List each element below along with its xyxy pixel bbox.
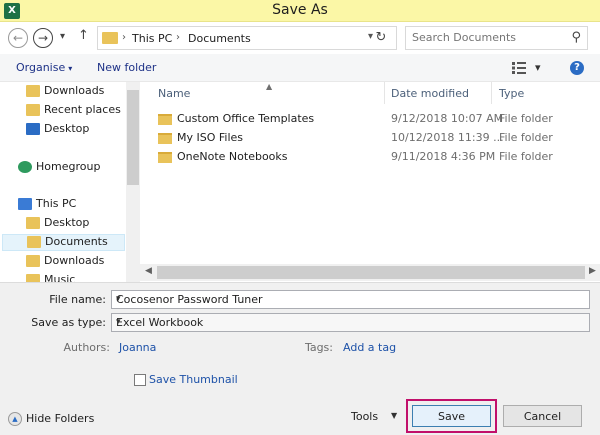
search-box[interactable]: ⚲ (405, 26, 588, 50)
file-date: 9/12/2018 10:07 AM (391, 112, 504, 125)
column-header-date-modified[interactable]: Date modified (391, 87, 469, 100)
file-type: File folder (499, 150, 553, 163)
view-dropdown[interactable]: ▾ (535, 61, 541, 74)
sidebar-item-label: Downloads (44, 254, 105, 267)
column-divider[interactable] (384, 82, 385, 104)
forward-button[interactable]: → (33, 28, 53, 48)
folder-icon (158, 114, 172, 125)
save-thumbnail-label[interactable]: Save Thumbnail (149, 373, 238, 386)
recent-places-icon (26, 104, 40, 116)
new-folder-button[interactable]: New folder (97, 61, 156, 74)
horizontal-scrollbar-thumb[interactable] (157, 266, 585, 279)
navigation-pane: Downloads Recent places Desktop Homegrou… (0, 82, 140, 282)
back-button[interactable]: ← (8, 28, 28, 48)
chevron-down-icon: ▾ (68, 64, 73, 73)
save-as-type-label: Save as type: (31, 316, 106, 329)
table-row[interactable]: OneNote Notebooks 9/11/2018 4:36 PM File… (140, 148, 600, 167)
table-row[interactable]: My ISO Files 10/12/2018 11:39 ... File f… (140, 129, 600, 148)
breadcrumb-separator: › (176, 32, 180, 43)
organise-label: Organise (16, 61, 66, 74)
folder-icon (102, 32, 118, 44)
add-tag-link[interactable]: Add a tag (343, 341, 396, 354)
sidebar-item-label: Downloads (44, 84, 105, 97)
navigation-bar: ← → ▾ ↑ › This PC › Documents ▾ ↻ ⚲ (0, 22, 600, 54)
breadcrumb-separator: › (122, 32, 126, 43)
authors-value[interactable]: Joanna (119, 341, 156, 354)
sort-ascending-icon: ▲ (266, 82, 273, 91)
file-type: File folder (499, 112, 553, 125)
computer-icon (18, 198, 32, 210)
breadcrumb-documents[interactable]: Documents (188, 32, 251, 45)
recent-locations-dropdown[interactable]: ▾ (60, 31, 65, 42)
authors-label: Authors: (63, 341, 110, 354)
homegroup-icon (18, 161, 32, 173)
file-name-field[interactable]: Cocosenor Password Tuner ▾ (111, 290, 590, 309)
column-header-name[interactable]: Name (158, 87, 190, 100)
sidebar-scrollbar-thumb[interactable] (127, 90, 139, 185)
title-bar[interactable]: X Save As (0, 0, 600, 22)
folder-music-icon (26, 274, 40, 282)
scroll-right-icon[interactable]: ▶ (589, 266, 596, 276)
view-options-icon[interactable] (512, 62, 526, 74)
file-list: ▲ Name Date modified Type Custom Office … (140, 82, 600, 282)
file-name-label: File name: (49, 293, 106, 306)
file-type: File folder (499, 131, 553, 144)
sidebar-item-label: Documents (45, 235, 108, 248)
folder-download-icon (26, 85, 40, 97)
column-divider[interactable] (491, 82, 492, 104)
sidebar-item-desktop-folder[interactable]: Desktop (26, 216, 89, 233)
save-thumbnail-checkbox[interactable] (134, 374, 146, 386)
file-name: OneNote Notebooks (177, 150, 288, 163)
up-button[interactable]: ↑ (78, 28, 89, 43)
column-header-type[interactable]: Type (499, 87, 524, 100)
sidebar-item-downloads[interactable]: Downloads (26, 84, 104, 101)
organise-menu[interactable]: Organise ▾ (16, 61, 72, 74)
window-title: Save As (272, 2, 328, 18)
sidebar-item-label: Desktop (44, 122, 90, 135)
chevron-down-icon[interactable]: ▾ (116, 294, 585, 304)
desktop-icon (26, 123, 40, 135)
table-row[interactable]: Custom Office Templates 9/12/2018 10:07 … (140, 110, 600, 129)
folder-icon (26, 217, 40, 229)
search-input[interactable] (412, 31, 562, 44)
search-icon[interactable]: ⚲ (571, 30, 581, 45)
sidebar-item-label: Homegroup (36, 160, 101, 173)
sidebar-item-downloads-folder[interactable]: Downloads (26, 254, 104, 271)
tags-label: Tags: (304, 341, 333, 354)
cancel-button[interactable]: Cancel (503, 405, 582, 427)
breadcrumb-this-pc[interactable]: This PC (132, 32, 172, 45)
tools-menu[interactable]: Tools (351, 410, 378, 423)
save-as-type-select[interactable]: Excel Workbook ▾ (111, 313, 590, 332)
sidebar-item-label: Desktop (44, 216, 90, 229)
address-bar[interactable]: › This PC › Documents ▾ (97, 26, 397, 50)
sidebar-item-label: Recent places (44, 103, 121, 116)
sidebar-item-documents[interactable]: Documents (2, 234, 125, 251)
sidebar-item-homegroup[interactable]: Homegroup (18, 160, 100, 177)
folder-download-icon (26, 255, 40, 267)
file-date: 10/12/2018 11:39 ... (391, 131, 504, 144)
file-name: Custom Office Templates (177, 112, 315, 125)
sidebar-item-recent-places[interactable]: Recent places (26, 103, 121, 120)
help-icon[interactable]: ? (570, 61, 584, 75)
chevron-down-icon: ▾ (116, 317, 121, 327)
folder-documents-icon (27, 236, 41, 248)
folder-icon (158, 133, 172, 144)
file-date: 9/11/2018 4:36 PM (391, 150, 496, 163)
sidebar-item-this-pc[interactable]: This PC (18, 197, 76, 214)
save-button[interactable]: Save (412, 405, 491, 427)
sidebar-item-label: This PC (36, 197, 77, 210)
scroll-left-icon[interactable]: ◀ (145, 266, 152, 276)
sidebar-item-label: Music (44, 273, 76, 282)
sidebar-item-desktop[interactable]: Desktop (26, 122, 89, 139)
command-toolbar: Organise ▾ New folder ▾ ? (0, 54, 600, 82)
sidebar-item-music[interactable]: Music (26, 273, 75, 282)
chevron-down-icon[interactable]: ▼ (391, 411, 397, 420)
hide-folders-button[interactable]: ▲ Hide Folders (8, 412, 94, 426)
folder-icon (158, 152, 172, 163)
file-name: My ISO Files (177, 131, 244, 144)
hide-folders-label: Hide Folders (26, 412, 95, 425)
chevron-up-icon: ▲ (8, 412, 22, 426)
refresh-button[interactable]: ↻ (371, 30, 391, 46)
